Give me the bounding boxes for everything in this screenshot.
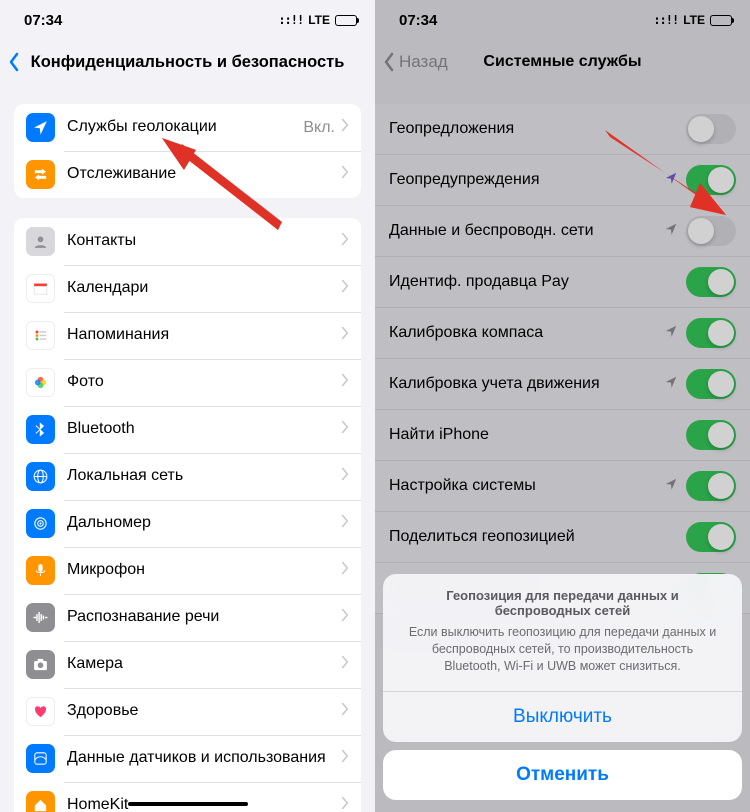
chevron-right-icon bbox=[341, 232, 349, 251]
system-services-screen: 07:34 ::!! LTE Назад Системные службы Ге… bbox=[375, 0, 750, 812]
row-label: Службы геолокации bbox=[67, 118, 303, 136]
chevron-right-icon bbox=[341, 279, 349, 298]
row-label: Распознавание речи bbox=[67, 608, 341, 626]
location-services-icon bbox=[26, 113, 55, 142]
chevron-right-icon bbox=[341, 373, 349, 392]
homekit-icon bbox=[26, 791, 55, 812]
row-label: Микрофон bbox=[67, 561, 341, 579]
chevron-right-icon bbox=[341, 702, 349, 721]
row-bluetooth[interactable]: Bluetooth bbox=[14, 406, 361, 453]
reminders-icon bbox=[26, 321, 55, 350]
sheet-cancel-button[interactable]: Отменить bbox=[383, 750, 742, 800]
sensors-icon bbox=[26, 744, 55, 773]
chevron-right-icon bbox=[341, 420, 349, 439]
local-network-icon bbox=[26, 462, 55, 491]
chevron-right-icon bbox=[341, 118, 349, 137]
row-location-services[interactable]: Службы геолокацииВкл. bbox=[14, 104, 361, 151]
row-label: Контакты bbox=[67, 232, 341, 250]
status-bar: 07:34 ::!! LTE bbox=[0, 0, 375, 40]
row-calendars[interactable]: Календари bbox=[14, 265, 361, 312]
privacy-screen: 07:34 ::!! LTE Конфиденциальность и безо… bbox=[0, 0, 375, 812]
bluetooth-icon bbox=[26, 415, 55, 444]
row-photos[interactable]: Фото bbox=[14, 359, 361, 406]
battery-icon bbox=[335, 15, 357, 26]
row-label: Bluetooth bbox=[67, 420, 341, 438]
chevron-right-icon bbox=[341, 326, 349, 345]
rangefinder-icon bbox=[26, 509, 55, 538]
camera-icon bbox=[26, 650, 55, 679]
sheet-message: Если выключить геопозицию для передачи д… bbox=[403, 624, 722, 675]
back-button[interactable] bbox=[8, 52, 24, 72]
calendars-icon bbox=[26, 274, 55, 303]
row-label: Календари bbox=[67, 279, 341, 297]
row-sensors[interactable]: Данные датчиков и использования bbox=[14, 735, 361, 782]
chevron-right-icon bbox=[341, 165, 349, 184]
network-label: LTE bbox=[308, 13, 330, 27]
sheet-card: Геопозиция для передачи данных и беспров… bbox=[383, 574, 742, 742]
row-label: Камера bbox=[67, 655, 341, 673]
microphone-icon bbox=[26, 556, 55, 585]
sheet-header: Геопозиция для передачи данных и беспров… bbox=[383, 574, 742, 692]
health-icon bbox=[26, 697, 55, 726]
status-time: 07:34 bbox=[24, 12, 62, 29]
home-indicator[interactable] bbox=[128, 802, 248, 806]
row-label: Отслеживание bbox=[67, 165, 341, 183]
nav-bar: Конфиденциальность и безопасность bbox=[0, 40, 375, 84]
status-right: ::!! LTE bbox=[278, 13, 357, 27]
row-label: Дальномер bbox=[67, 514, 341, 532]
chevron-right-icon bbox=[341, 655, 349, 674]
group-apps: Контакты Календари Напоминания Фото Bluetoot… bbox=[14, 218, 361, 812]
row-camera[interactable]: Камера bbox=[14, 641, 361, 688]
row-microphone[interactable]: Микрофон bbox=[14, 547, 361, 594]
chevron-right-icon bbox=[341, 796, 349, 812]
contacts-icon bbox=[26, 227, 55, 256]
action-sheet: Геопозиция для передачи данных и беспров… bbox=[383, 574, 742, 800]
row-value: Вкл. bbox=[303, 119, 335, 137]
row-label: Данные датчиков и использования bbox=[67, 749, 341, 767]
group-location: Службы геолокацииВкл. Отслеживание bbox=[14, 104, 361, 198]
speech-icon bbox=[26, 603, 55, 632]
chevron-right-icon bbox=[341, 749, 349, 768]
chevron-right-icon bbox=[341, 467, 349, 486]
row-homekit[interactable]: HomeKit bbox=[14, 782, 361, 812]
row-label: Локальная сеть bbox=[67, 467, 341, 485]
chevron-right-icon bbox=[341, 514, 349, 533]
row-label: Напоминания bbox=[67, 326, 341, 344]
photos-icon bbox=[26, 368, 55, 397]
row-rangefinder[interactable]: Дальномер bbox=[14, 500, 361, 547]
row-tracking[interactable]: Отслеживание bbox=[14, 151, 361, 198]
signal-icon: ::!! bbox=[278, 13, 303, 27]
sheet-action-button[interactable]: Выключить bbox=[383, 692, 742, 742]
row-reminders[interactable]: Напоминания bbox=[14, 312, 361, 359]
row-speech[interactable]: Распознавание речи bbox=[14, 594, 361, 641]
chevron-right-icon bbox=[341, 608, 349, 627]
chevron-right-icon bbox=[341, 561, 349, 580]
row-label: Здоровье bbox=[67, 702, 341, 720]
row-local-network[interactable]: Локальная сеть bbox=[14, 453, 361, 500]
tracking-icon bbox=[26, 160, 55, 189]
sheet-title: Геопозиция для передачи данных и беспров… bbox=[403, 588, 722, 618]
row-contacts[interactable]: Контакты bbox=[14, 218, 361, 265]
row-label: Фото bbox=[67, 373, 341, 391]
row-health[interactable]: Здоровье bbox=[14, 688, 361, 735]
page-title: Конфиденциальность и безопасность bbox=[0, 53, 375, 72]
